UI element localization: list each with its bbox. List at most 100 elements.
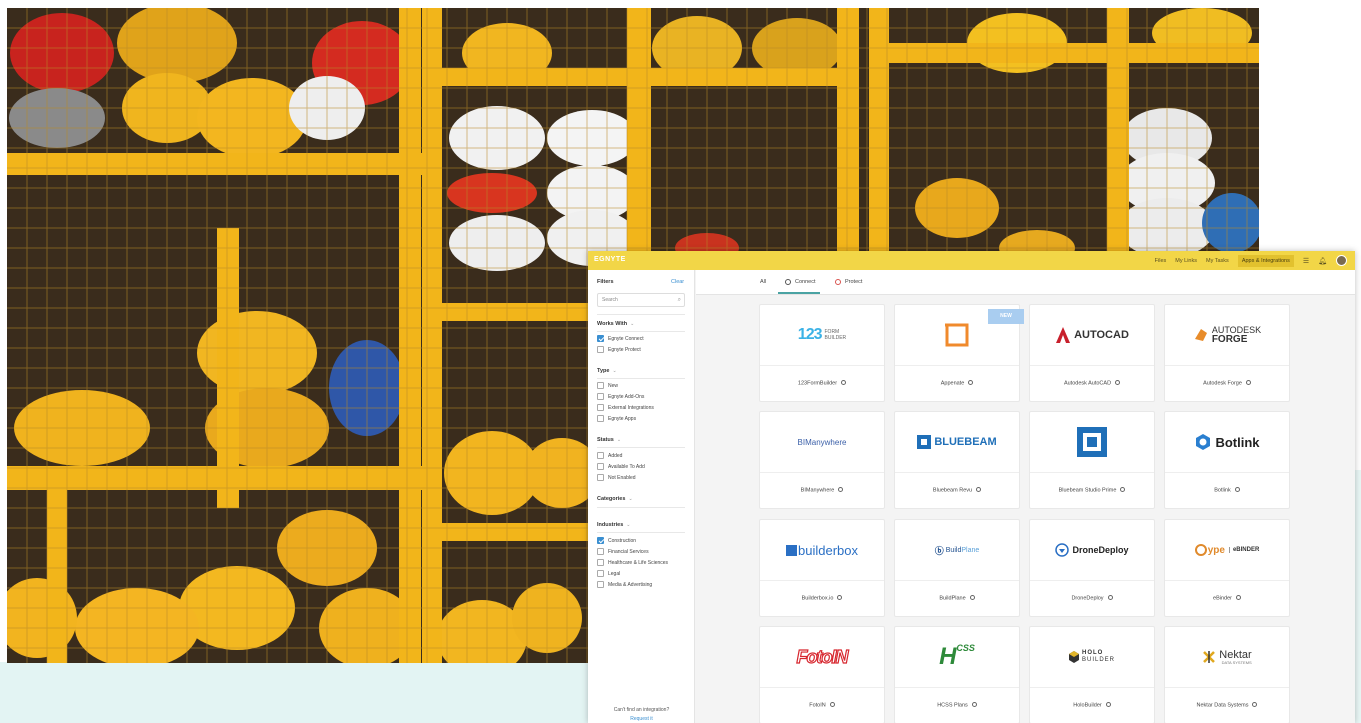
logo-text: DroneDeploy [1072, 545, 1129, 555]
filter-option[interactable]: Added [597, 452, 622, 459]
section-title: Categories [597, 496, 626, 502]
integration-card-nektar[interactable]: Nektar DATA SYSTEMS Nektar Data Systems [1164, 626, 1290, 723]
section-type[interactable]: Type ⌄ [597, 368, 617, 374]
checkbox[interactable] [597, 559, 604, 566]
integration-card-appenate[interactable]: NEW Appenate [894, 304, 1024, 402]
checkbox[interactable] [597, 463, 604, 470]
tab-connect[interactable]: Connect [785, 279, 816, 285]
checkbox[interactable] [597, 415, 604, 422]
checkbox-checked[interactable] [597, 537, 604, 544]
ebinder-icon [1194, 544, 1207, 556]
integration-card-builderbox[interactable]: builderbox Builderbox.io [759, 519, 885, 617]
clear-filters-link[interactable]: Clear [671, 279, 684, 285]
section-works-with[interactable]: Works With ⌄ [597, 321, 634, 327]
integration-name: Autodesk AutoCAD [1030, 380, 1154, 387]
connect-icon [1235, 595, 1241, 600]
integration-card-botlink[interactable]: Botlink Botlink [1164, 411, 1290, 509]
integration-card-bimanywhere[interactable]: BIManywhere BIManywhere [759, 411, 885, 509]
logo-text-line: Nektar [1219, 648, 1252, 661]
integration-card-123formbuilder[interactable]: 123 FORM BUILDER 123FormBuilder [759, 304, 885, 402]
logo-text: CSS [956, 643, 975, 653]
filter-option[interactable]: Egnyte Add-Ons [597, 393, 644, 400]
filter-search-input[interactable]: Search ⌕ [597, 293, 685, 307]
connect-icon [1252, 702, 1258, 707]
integration-card-autocad[interactable]: AUTOCAD Autodesk AutoCAD [1029, 304, 1155, 402]
filter-option[interactable]: Available To Add [597, 463, 645, 470]
divider [597, 331, 685, 332]
section-categories[interactable]: Categories ⌄ [597, 496, 633, 502]
option-label: Egnyte Add-Ons [608, 393, 645, 400]
filter-option[interactable]: Egnyte Apps [597, 415, 636, 422]
integration-card-fotoin[interactable]: FotoIN FotoIN [759, 626, 885, 723]
filter-option[interactable]: Financial Services [597, 548, 649, 555]
filter-option[interactable]: Legal [597, 570, 620, 577]
checkbox[interactable] [597, 346, 604, 353]
name-label: HoloBuilder [1073, 702, 1102, 709]
autocad-logo: AUTOCAD [1030, 305, 1154, 365]
bell-icon[interactable]: 🔔︎ [1318, 257, 1327, 265]
integration-card-holobuilder[interactable]: HOLO BUILDER HoloBuilder [1029, 626, 1155, 723]
filter-option[interactable]: Egnyte Connect [597, 335, 644, 342]
egnyte-logo[interactable]: EGNYTE [594, 256, 626, 263]
section-industries[interactable]: Industries ⌄ [597, 522, 631, 528]
main-content: All Connect Protect 123 FORM BUILDER 123F… [696, 270, 1355, 723]
integration-card-dronedeploy[interactable]: DroneDeploy DroneDeploy [1029, 519, 1155, 617]
checkbox[interactable] [597, 581, 604, 588]
chevron-down-icon: ⌄ [612, 368, 617, 374]
tab-all[interactable]: All [760, 279, 766, 285]
logo-text-line: BUILDER [1081, 657, 1115, 663]
nav-my-tasks[interactable]: My Tasks [1206, 258, 1229, 264]
card-divider [1165, 472, 1289, 473]
user-avatar[interactable] [1336, 255, 1347, 266]
chevron-down-icon: ⌄ [616, 437, 622, 443]
holobuilder-icon [1068, 651, 1079, 663]
filter-option[interactable]: New [597, 382, 618, 389]
integration-name: Builderbox.io [760, 595, 884, 602]
filter-option[interactable]: Egnyte Protect [597, 346, 641, 353]
checkbox[interactable] [597, 393, 604, 400]
tab-label: Connect [795, 279, 816, 285]
egnyte-app-window: EGNYTE Files My Links My Tasks Apps & In… [588, 251, 1355, 723]
nav-files[interactable]: Files [1155, 258, 1167, 264]
filter-option[interactable]: Media & Advertising [597, 581, 652, 588]
fotoin-logo: FotoIN [760, 627, 884, 687]
checkbox[interactable] [597, 452, 604, 459]
integration-name: Bluebeam Studio Prime [1030, 487, 1154, 494]
integration-card-ebinder[interactable]: ype eBINDER eBinder [1164, 519, 1290, 617]
checkbox-checked[interactable] [597, 335, 604, 342]
request-it-link[interactable]: Request it [588, 716, 695, 722]
bluebeam-icon [917, 435, 932, 449]
name-label: Bluebeam Revu [932, 487, 973, 494]
filter-option[interactable]: Construction [597, 537, 636, 544]
section-status[interactable]: Status ⌄ [597, 437, 621, 443]
integration-card-buildplane[interactable]: ⓑ Build Plane BuildPlane [894, 519, 1020, 617]
bluebeam-studio-icon [1077, 427, 1107, 457]
nav-apps-integrations[interactable]: Apps & Integrations [1237, 254, 1294, 267]
integration-card-bluebeam-studio-prime[interactable]: Bluebeam Studio Prime [1029, 411, 1155, 509]
logo-text: H [939, 643, 957, 670]
integration-card-hcss-plans[interactable]: H CSS HCSS Plans [894, 626, 1020, 723]
card-divider [1165, 580, 1289, 581]
menu-icon[interactable]: ☰ [1303, 257, 1309, 265]
tab-protect[interactable]: Protect [835, 279, 862, 285]
checkbox[interactable] [597, 548, 604, 555]
active-tab-indicator [778, 292, 820, 294]
checkbox[interactable] [597, 382, 604, 389]
integration-card-autodesk-forge[interactable]: AUTODESK FORGE Autodesk Forge [1164, 304, 1290, 402]
filter-option[interactable]: Not Enabled [597, 474, 636, 481]
integration-card-bluebeam-revu[interactable]: BLUEBEAM Bluebeam Revu [894, 411, 1020, 509]
checkbox[interactable] [597, 404, 604, 411]
name-label: FotoIN [809, 702, 826, 709]
hcss-logo: H CSS [895, 627, 1019, 687]
option-label: Egnyte Protect [608, 346, 641, 353]
checkbox[interactable] [597, 570, 604, 577]
filter-option[interactable]: External Integrations [597, 404, 654, 411]
search-icon[interactable]: ⌕ [678, 294, 681, 306]
integration-name: Bluebeam Revu [895, 487, 1019, 494]
card-divider [760, 580, 884, 581]
checkbox[interactable] [597, 474, 604, 481]
section-title: Industries [597, 522, 624, 528]
divider [597, 378, 685, 379]
nav-my-links[interactable]: My Links [1175, 258, 1197, 264]
filter-option[interactable]: Healthcare & Life Sciences [597, 559, 668, 566]
